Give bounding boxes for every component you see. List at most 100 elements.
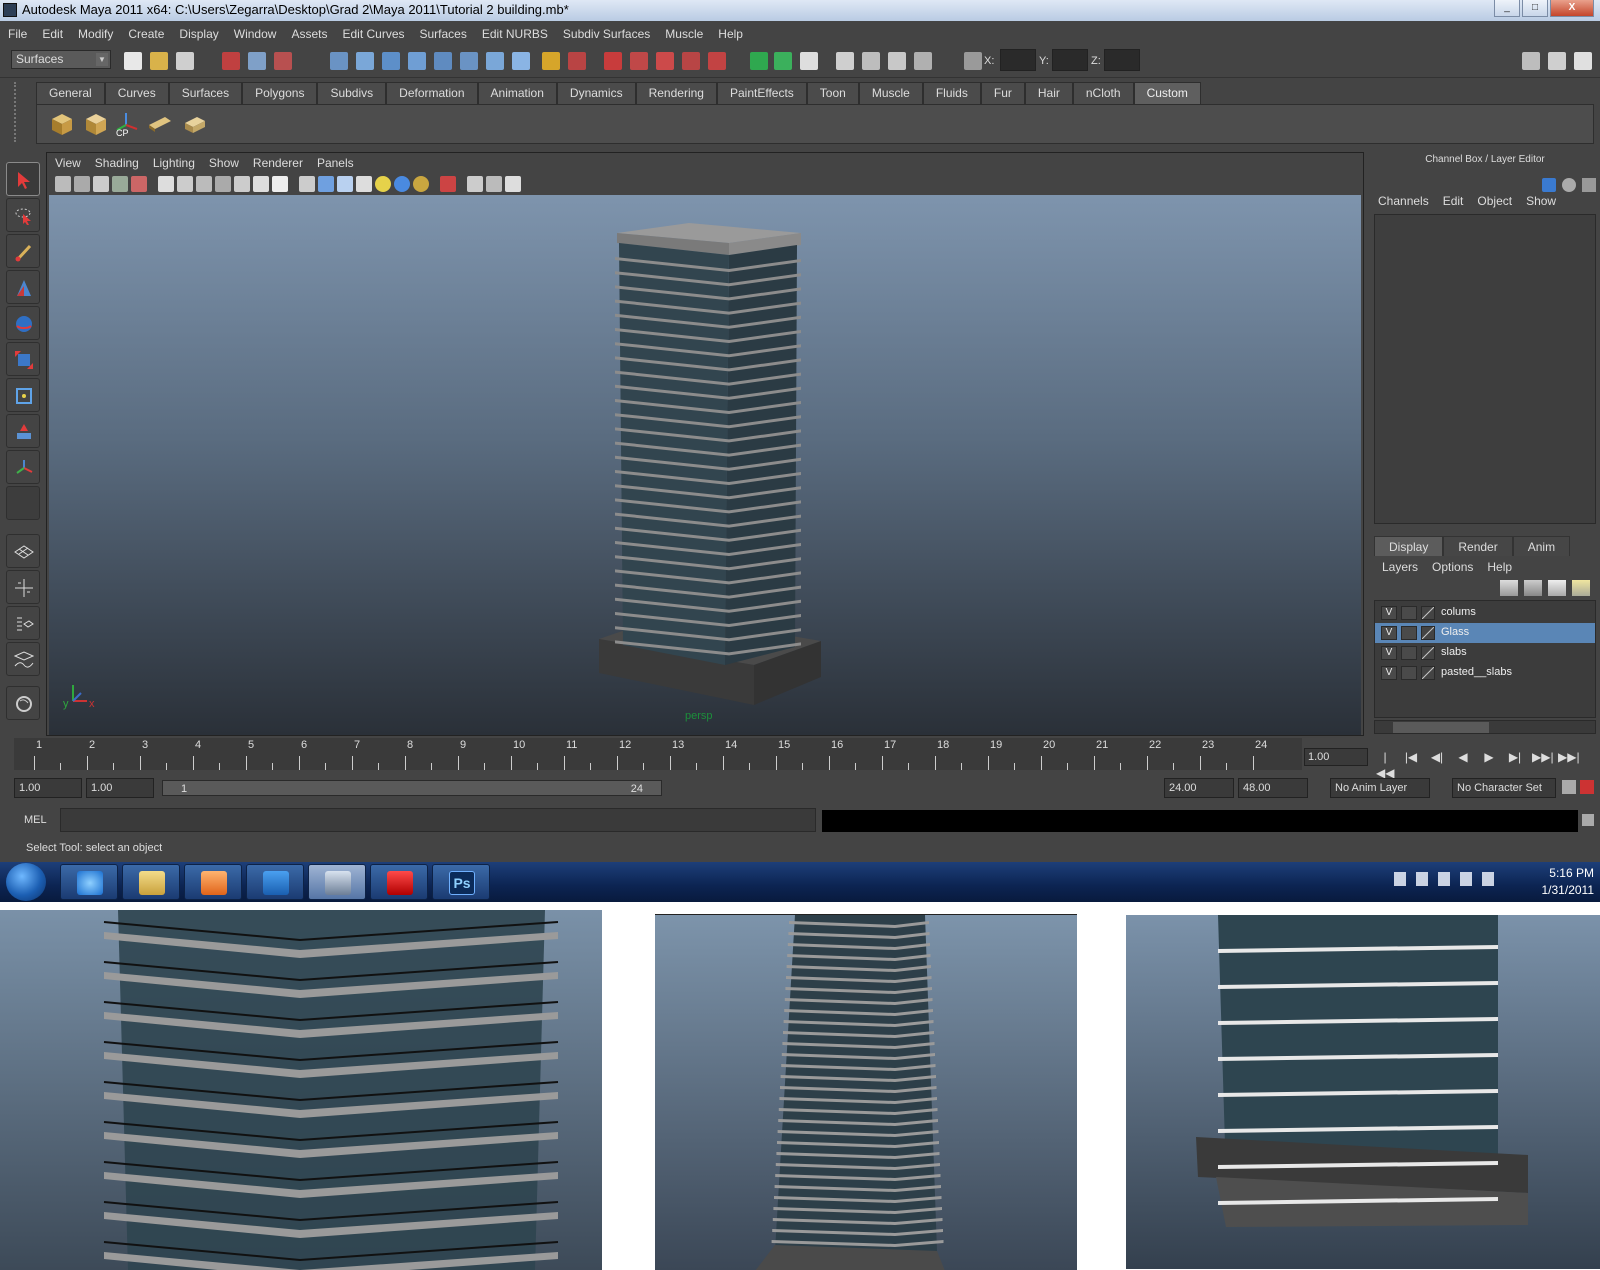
shelf-tab-animation[interactable]: Animation <box>477 82 557 104</box>
current-frame-field[interactable]: 1.00 <box>1304 748 1368 766</box>
shelf-tab-hair[interactable]: Hair <box>1024 82 1073 104</box>
shelf-tab-polygons[interactable]: Polygons <box>242 82 318 104</box>
playback-start-field[interactable]: 1.00 <box>86 778 154 798</box>
layer-color-swatch[interactable] <box>1421 606 1435 620</box>
snap-surface-icon[interactable] <box>434 52 452 70</box>
menu-muscle[interactable]: Muscle <box>665 27 703 41</box>
use-all-lights-icon[interactable] <box>375 176 391 192</box>
start-time-field[interactable]: 1.00 <box>14 778 82 798</box>
z-field[interactable] <box>1104 49 1140 71</box>
field-chart-icon[interactable] <box>234 176 250 192</box>
four-view-layout[interactable] <box>6 570 40 604</box>
mel-label[interactable]: MEL <box>24 814 47 826</box>
taskbar-maya[interactable] <box>308 864 366 900</box>
menu-display[interactable]: Display <box>179 27 218 41</box>
outliner-persp-layout[interactable] <box>6 606 40 640</box>
persp-graph-layout[interactable] <box>6 642 40 676</box>
layer-menu-help[interactable]: Help <box>1487 560 1512 574</box>
textured-icon[interactable] <box>356 176 372 192</box>
high-quality-icon[interactable] <box>413 176 429 192</box>
flag-icon[interactable] <box>1416 872 1428 886</box>
wireframe-on-shaded-icon[interactable] <box>337 176 353 192</box>
render-frame-icon[interactable] <box>774 52 792 70</box>
visibility-toggle[interactable]: V <box>1381 646 1397 660</box>
taskbar-acrobat[interactable] <box>370 864 428 900</box>
two-d-pan-icon[interactable] <box>112 176 128 192</box>
toggle-tool-settings-icon[interactable] <box>1548 52 1566 70</box>
magnet-curve-icon[interactable] <box>630 52 648 70</box>
playback-toggle[interactable] <box>1401 666 1417 680</box>
xray-components-icon[interactable] <box>505 176 521 192</box>
universal-manipulator-tool[interactable] <box>6 378 40 412</box>
center-pivot-icon[interactable]: CP <box>113 111 139 137</box>
y-field[interactable] <box>1052 49 1088 71</box>
menu-edit-curves[interactable]: Edit Curves <box>342 27 404 41</box>
viewport-panel[interactable]: View Shading Lighting Show Renderer Pane… <box>46 152 1364 736</box>
menu-modify[interactable]: Modify <box>78 27 113 41</box>
layer-tab-anim[interactable]: Anim <box>1512 536 1571 556</box>
layer-scrollbar[interactable] <box>1374 720 1596 734</box>
anim-layer-dropdown[interactable]: No Anim Layer <box>1330 778 1430 798</box>
range-slider[interactable]: 1 24 <box>162 780 662 796</box>
layer-row-pasted-slabs[interactable]: V pasted__slabs <box>1375 663 1595 683</box>
paint-select-tool[interactable] <box>6 234 40 268</box>
layer-tab-render[interactable]: Render <box>1443 536 1513 556</box>
animation-preferences-icon[interactable] <box>1580 780 1594 794</box>
last-tool-slot[interactable] <box>6 486 40 520</box>
shelf-tab-deformation[interactable]: Deformation <box>386 82 478 104</box>
snap-plane-icon[interactable] <box>408 52 426 70</box>
combine-icon[interactable] <box>181 111 207 137</box>
render-settings-icon[interactable] <box>836 52 854 70</box>
shelf-tab-dynamics[interactable]: Dynamics <box>556 82 636 104</box>
x-field[interactable] <box>1000 49 1036 71</box>
scale-tool[interactable] <box>6 342 40 376</box>
magnet-live-icon[interactable] <box>708 52 726 70</box>
step-forward-frame-button[interactable]: ▶| <box>1506 749 1524 765</box>
image-plane-icon[interactable] <box>93 176 109 192</box>
shelf-tab-curves[interactable]: Curves <box>104 82 169 104</box>
channel-menu-channels[interactable]: Channels <box>1378 194 1429 208</box>
channel-box-icon[interactable] <box>1542 178 1556 192</box>
shelf-tab-toon[interactable]: Toon <box>806 82 859 104</box>
network-icon[interactable] <box>1460 872 1472 886</box>
safe-action-icon[interactable] <box>253 176 269 192</box>
wireframe-icon[interactable] <box>299 176 315 192</box>
menu-file[interactable]: File <box>8 27 27 41</box>
volume-icon[interactable] <box>1482 872 1494 886</box>
shelf-tab-rendering[interactable]: Rendering <box>635 82 717 104</box>
time-slider[interactable]: 1 2 3 4 5 6 7 8 9 10 11 12 13 14 15 16 17 18 19 20 21 22 23 24 <box>14 738 1302 770</box>
select-by-object-icon[interactable] <box>248 52 266 70</box>
shelf-tab-surfaces[interactable]: Surfaces <box>168 82 243 104</box>
viewport-menu-view[interactable]: View <box>55 156 81 170</box>
lasso-tool[interactable] <box>6 198 40 232</box>
shelf-tab-general[interactable]: General <box>36 82 105 104</box>
step-back-frame-button[interactable]: ◀| <box>1428 749 1446 765</box>
menu-surfaces[interactable]: Surfaces <box>420 27 467 41</box>
input-ops-icon[interactable] <box>486 52 504 70</box>
close-button[interactable]: X <box>1550 0 1594 17</box>
layer-color-swatch[interactable] <box>1421 646 1435 660</box>
go-to-start-button[interactable]: |◀◀ <box>1376 749 1394 780</box>
grid-icon[interactable] <box>158 176 174 192</box>
command-input[interactable] <box>60 808 816 832</box>
start-button[interactable] <box>6 863 46 901</box>
clock[interactable]: 5:16 PM 1/31/2011 <box>1506 865 1595 899</box>
shelf-tab-fluids[interactable]: Fluids <box>922 82 981 104</box>
menu-create[interactable]: Create <box>128 27 164 41</box>
render-view-icon[interactable] <box>750 52 768 70</box>
channel-menu-object[interactable]: Object <box>1477 194 1512 208</box>
layer-menu-layers[interactable]: Layers <box>1382 560 1418 574</box>
cube-icon[interactable] <box>83 111 109 137</box>
move-layer-up-icon[interactable] <box>1500 580 1518 596</box>
shelf-tab-subdivs[interactable]: Subdivs <box>317 82 387 104</box>
taskbar-internet-explorer[interactable] <box>60 864 118 900</box>
question-icon[interactable] <box>512 52 530 70</box>
safe-title-icon[interactable] <box>272 176 288 192</box>
character-set-dropdown[interactable]: No Character Set <box>1452 778 1556 798</box>
hypershade-icon[interactable] <box>862 52 880 70</box>
building-model[interactable] <box>49 195 1361 735</box>
play-forwards-button[interactable]: ▶ <box>1480 749 1498 765</box>
save-scene-icon[interactable] <box>176 52 194 70</box>
new-scene-icon[interactable] <box>124 52 142 70</box>
scrollbar-thumb[interactable] <box>1393 722 1489 733</box>
